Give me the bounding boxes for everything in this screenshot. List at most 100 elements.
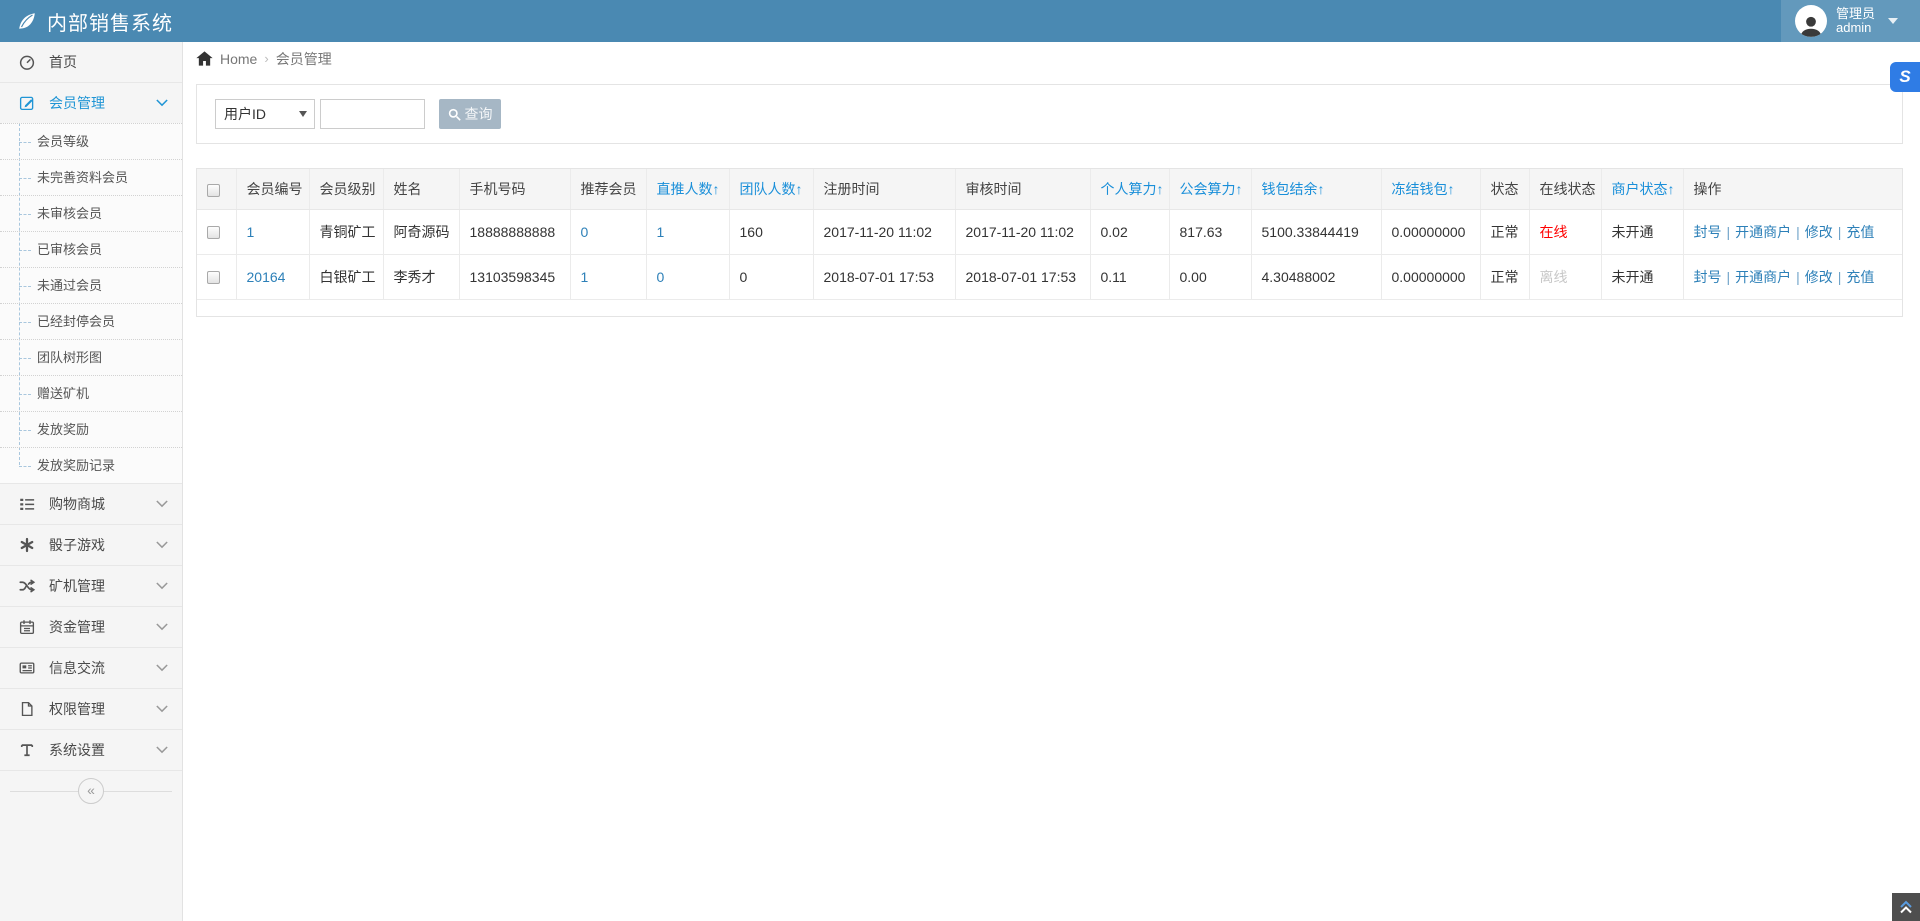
col-header-frozen-wallet[interactable]: 冻结钱包↑ [1381,169,1481,210]
sort-up-icon: ↑ [795,180,803,197]
row-checkbox[interactable] [207,271,220,285]
select-all-checkbox[interactable] [207,183,220,197]
sidebar-item-miner-management[interactable]: 矿机管理 [0,566,182,606]
col-header-team-count[interactable]: 团队人数↑ [729,169,814,210]
action-separator: | [1796,268,1800,285]
sort-up-icon: ↑ [1156,180,1164,197]
sort-up-icon: ↑ [1667,180,1675,197]
ban-link[interactable]: 封号 [1694,269,1722,285]
col-header-member-id: 会员编号 [236,169,310,210]
search-panel: 用户ID 查询 [196,84,1903,144]
sidebar-item-message-exchange[interactable]: 信息交流 [0,648,182,688]
sidebar-item-system-settings[interactable]: 系统设置 [0,730,182,770]
submenu-member-management: 会员等级 未完善资料会员 未审核会员 已审核会员 未通过会员 已经封停会员 团队… [0,123,182,483]
cell-merchant-status: 未开通 [1601,209,1684,255]
row-checkbox[interactable] [207,226,220,240]
cell-wallet-balance: 5100.33844419 [1251,209,1382,255]
cell-guild-power: 0.00 [1169,254,1252,300]
ban-link[interactable]: 封号 [1694,224,1722,240]
nav-group-mall: 购物商城 [0,484,182,525]
col-label: 公会算力 [1179,180,1236,197]
col-header-merchant-status[interactable]: 商户状态↑ [1601,169,1684,210]
sidebar-item-shopping-mall[interactable]: 购物商城 [0,484,182,524]
sidebar-subitem-rejected[interactable]: 未通过会员 [0,267,182,303]
member-id-link[interactable]: 1 [247,224,255,240]
sidebar-collapse-button[interactable]: « [78,778,104,804]
col-header-wallet-balance[interactable]: 钱包结余↑ [1251,169,1382,210]
user-menu[interactable]: 管理员 admin [1780,0,1920,42]
back-to-top-button[interactable] [1892,893,1920,921]
cell-personal-power: 0.11 [1090,254,1170,300]
member-id-link[interactable]: 20164 [247,269,286,285]
sidebar-item-label: 购物商城 [49,496,105,512]
edit-icon [18,94,36,112]
user-role: 管理员 [1835,6,1875,21]
search-field-select-wrap: 用户ID [215,99,315,129]
sidebar-subitem-member-level[interactable]: 会员等级 [0,123,182,159]
cell-member-id: 20164 [236,254,310,300]
recharge-link[interactable]: 充值 [1846,269,1874,285]
sidebar-item-funds-management[interactable]: 资金管理 [0,607,182,647]
sort-up-icon: ↑ [1447,180,1455,197]
open-merchant-link[interactable]: 开通商户 [1735,224,1791,240]
cell-select [197,209,237,255]
search-input[interactable] [320,99,425,129]
sidebar-subitem-team-tree[interactable]: 团队树形图 [0,339,182,375]
sidebar-subitem-grant-reward-log[interactable]: 发放奖励记录 [0,447,182,483]
nav-group-dice: 骰子游戏 [0,525,182,566]
cell-online-status: 离线 [1529,254,1602,300]
direct-count-link[interactable]: 0 [657,269,665,285]
cell-referrer: 0 [570,209,647,255]
cell-register-time: 2017-11-20 11:02 [813,209,956,255]
sidebar-subitem-incomplete-profile[interactable]: 未完善资料会员 [0,159,182,195]
sidebar-subitem-unaudited[interactable]: 未审核会员 [0,195,182,231]
search-icon [448,108,461,121]
search-button[interactable]: 查询 [439,99,501,129]
open-merchant-link[interactable]: 开通商户 [1735,269,1791,285]
sidebar-item-label: 权限管理 [49,701,105,717]
sidebar-item-dice-game[interactable]: 骰子游戏 [0,525,182,565]
cell-register-time: 2018-07-01 17:53 [813,254,956,300]
sidebar-subitem-grant-reward[interactable]: 发放奖励 [0,411,182,447]
cell-personal-power: 0.02 [1090,209,1170,255]
referrer-link[interactable]: 1 [581,269,589,285]
col-header-direct-count[interactable]: 直推人数↑ [646,169,730,210]
cell-audit-time: 2018-07-01 17:53 [955,254,1091,300]
sidebar-item-member-management[interactable]: 会员管理 [0,83,182,123]
sidebar-item-permission-management[interactable]: 权限管理 [0,689,182,729]
sidebar-subitem-gift-miner[interactable]: 赠送矿机 [0,375,182,411]
sidebar-collapse-row: « [0,771,182,811]
edit-link[interactable]: 修改 [1805,224,1833,240]
breadcrumb-home-link[interactable]: Home [220,51,257,67]
sidebar-item-label: 骰子游戏 [49,537,105,553]
recharge-link[interactable]: 充值 [1846,224,1874,240]
side-tool-badge[interactable]: S [1890,62,1920,92]
col-header-member-level: 会员级别 [309,169,384,210]
col-header-personal-power[interactable]: 个人算力↑ [1090,169,1170,210]
cell-frozen-wallet: 0.00000000 [1381,254,1481,300]
breadcrumb-current: 会员管理 [275,50,332,67]
chevron-down-icon [156,500,168,508]
calendar-icon [18,618,36,636]
sidebar-subitem-audited[interactable]: 已审核会员 [0,231,182,267]
asterisk-icon [18,536,36,554]
breadcrumb-separator: › [264,51,269,66]
referrer-link[interactable]: 0 [581,224,589,240]
sidebar-item-label: 信息交流 [49,660,105,676]
sidebar-subitem-banned[interactable]: 已经封停会员 [0,303,182,339]
col-header-guild-power[interactable]: 公会算力↑ [1169,169,1252,210]
col-header-online-status: 在线状态 [1529,169,1602,210]
col-label: 团队人数 [739,180,796,197]
list-icon [18,495,36,513]
edit-link[interactable]: 修改 [1805,269,1833,285]
cell-wallet-balance: 4.30488002 [1251,254,1382,300]
home-icon [196,51,213,66]
search-field-select[interactable]: 用户ID [215,99,315,129]
col-header-audit-time: 审核时间 [955,169,1091,210]
cell-frozen-wallet: 0.00000000 [1381,209,1481,255]
direct-count-link[interactable]: 1 [657,224,665,240]
shuffle-icon [18,577,36,595]
sidebar-item-label: 资金管理 [49,619,105,635]
sidebar-item-home[interactable]: 首页 [0,42,182,82]
cell-audit-time: 2017-11-20 11:02 [955,209,1091,255]
